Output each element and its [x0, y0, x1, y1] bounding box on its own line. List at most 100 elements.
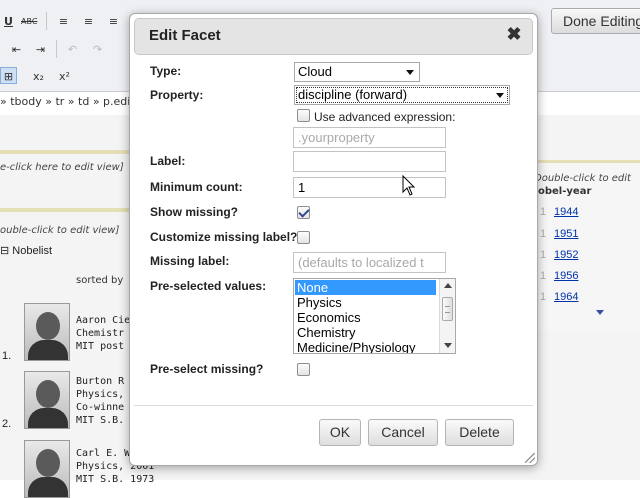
year-link[interactable]: 1956	[554, 270, 578, 282]
preselect-missing-checkbox[interactable]	[297, 363, 310, 376]
sorted-by-label: sorted by	[76, 275, 124, 286]
outdent-icon[interactable]: ⇤	[8, 40, 25, 57]
entry-line: Carl E. W	[76, 448, 131, 459]
subscript-icon[interactable]: x₂	[30, 67, 47, 84]
expression-input[interactable]: .yourproperty	[293, 127, 446, 148]
listbox-scrollbar[interactable]	[439, 279, 455, 353]
scrollbar-thumb[interactable]	[442, 297, 453, 321]
minimum-count-input[interactable]: 1	[293, 177, 446, 198]
listbox-option-physics[interactable]: Physics	[295, 295, 436, 310]
preselected-values-label: Pre-selected values:	[150, 279, 267, 293]
year-count: 1	[540, 228, 547, 240]
year-link[interactable]: 1952	[554, 249, 578, 261]
year-link[interactable]: 1964	[554, 291, 578, 303]
listbox-option-medicine-physiology[interactable]: Medicine/Physiology	[295, 340, 436, 353]
nobelist-portrait	[24, 303, 70, 361]
list-item: 1 1944	[540, 206, 578, 218]
divider	[0, 150, 130, 154]
listbox-option-chemistry[interactable]: Chemistry	[295, 325, 436, 340]
entry-line: Chemistr	[76, 328, 125, 339]
align-left-icon[interactable]: ≡	[55, 12, 72, 29]
nobelist-portrait	[24, 440, 70, 498]
label-input[interactable]	[293, 151, 446, 172]
edit-view-hint[interactable]: Double-click to edit	[534, 173, 631, 184]
show-missing-label: Show missing?	[150, 205, 239, 219]
done-editing-button[interactable]: Done Editing	[551, 8, 640, 34]
breadcrumb[interactable]: » tbody » tr » td » p.edit-l	[0, 95, 142, 108]
year-link[interactable]: 1951	[554, 228, 578, 240]
divider	[0, 208, 130, 212]
edit-view-hint[interactable]: e-click here to edit view]	[0, 162, 124, 173]
dialog-header[interactable]: Edit Facet ✖	[134, 18, 533, 55]
table-icon[interactable]: ⊞	[0, 67, 17, 84]
list-item: 1 1964	[540, 291, 578, 303]
entry-line: Burton R	[76, 376, 125, 387]
cancel-button[interactable]: Cancel	[368, 419, 438, 446]
scroll-down-icon[interactable]	[444, 343, 452, 348]
undo-icon[interactable]: ↶	[64, 40, 81, 57]
preselect-missing-label: Pre-select missing?	[150, 362, 264, 376]
align-right-icon[interactable]: ≡	[105, 12, 122, 29]
scroll-down-icon[interactable]	[596, 310, 604, 315]
year-count: 1	[540, 291, 547, 303]
year-link[interactable]: 1944	[554, 206, 578, 218]
list-item[interactable]: Burton R Physics, Co-winne MIT S.B.	[76, 375, 124, 427]
entry-number: 1.	[2, 350, 12, 362]
toolbar-separator	[46, 12, 47, 30]
type-select[interactable]: Cloud	[294, 62, 420, 82]
edit-facet-dialog: Edit Facet ✖ Type: Cloud Property: disci…	[129, 13, 538, 466]
entry-line: Physics,	[76, 389, 125, 400]
list-item[interactable]: Aaron Cie Chemistr MIT post	[76, 314, 130, 353]
year-count: 1	[540, 270, 547, 282]
property-select[interactable]: discipline (forward)	[294, 85, 510, 105]
chevron-down-icon	[496, 93, 504, 98]
nobelist-label: Nobelist	[12, 245, 53, 257]
listbox-option-none[interactable]: None	[295, 280, 436, 295]
scroll-up-icon[interactable]	[444, 283, 452, 288]
indent-icon[interactable]: ⇥	[32, 40, 49, 57]
superscript-icon[interactable]: x²	[56, 67, 73, 84]
ok-button[interactable]: OK	[319, 419, 361, 446]
show-missing-checkbox[interactable]	[297, 206, 310, 219]
align-center-icon[interactable]: ≡	[80, 12, 97, 29]
entry-line: Co-winne	[76, 402, 125, 413]
year-count: 1	[540, 206, 547, 218]
delete-button[interactable]: Delete	[445, 419, 514, 446]
nobel-year-header: obel-year	[538, 186, 592, 197]
edit-view-hint[interactable]: ouble-click to edit view]	[0, 225, 119, 236]
strikethrough-button[interactable]: ABC	[20, 12, 37, 29]
mouse-cursor-icon	[402, 175, 416, 196]
property-select-value: discipline (forward)	[298, 87, 408, 102]
type-select-value: Cloud	[298, 64, 332, 79]
label-label: Label:	[150, 154, 186, 168]
entry-number: 2.	[2, 418, 12, 430]
minimum-count-label: Minimum count:	[150, 180, 243, 194]
preselected-values-listbox[interactable]: None Physics Economics Chemistry Medicin…	[293, 278, 456, 354]
divider	[134, 405, 533, 406]
redo-icon[interactable]: ↷	[89, 40, 106, 57]
chevron-down-icon	[406, 70, 414, 75]
nobelist-header: ⊟ Nobelist	[0, 245, 53, 257]
customize-missing-checkbox[interactable]	[297, 231, 310, 244]
dialog-title: Edit Facet	[149, 27, 221, 44]
nobelist-portrait	[24, 371, 70, 429]
resize-grip-icon[interactable]	[525, 453, 535, 463]
listbox-option-economics[interactable]: Economics	[295, 310, 436, 325]
list-item: 1 1952	[540, 249, 578, 261]
close-icon[interactable]: ✖	[506, 25, 522, 43]
underline-button[interactable]: U	[0, 12, 17, 29]
list-item: 1 1956	[540, 270, 578, 282]
missing-label-label: Missing label:	[150, 254, 230, 268]
property-label: Property:	[150, 88, 204, 102]
entry-line: Aaron Cie	[76, 315, 131, 326]
list-item: 1 1951	[540, 228, 578, 240]
advanced-expression-label: Use advanced expression:	[314, 110, 456, 124]
customize-missing-label: Customize missing label?	[150, 230, 298, 244]
toolbar-separator	[56, 40, 57, 58]
year-count: 1	[540, 249, 547, 261]
missing-label-input[interactable]: (defaults to localized t	[293, 252, 446, 273]
entry-line: MIT S.B.	[76, 415, 125, 426]
advanced-expression-checkbox[interactable]	[297, 109, 310, 122]
entry-line: MIT post	[76, 341, 125, 352]
type-label: Type:	[150, 64, 182, 78]
